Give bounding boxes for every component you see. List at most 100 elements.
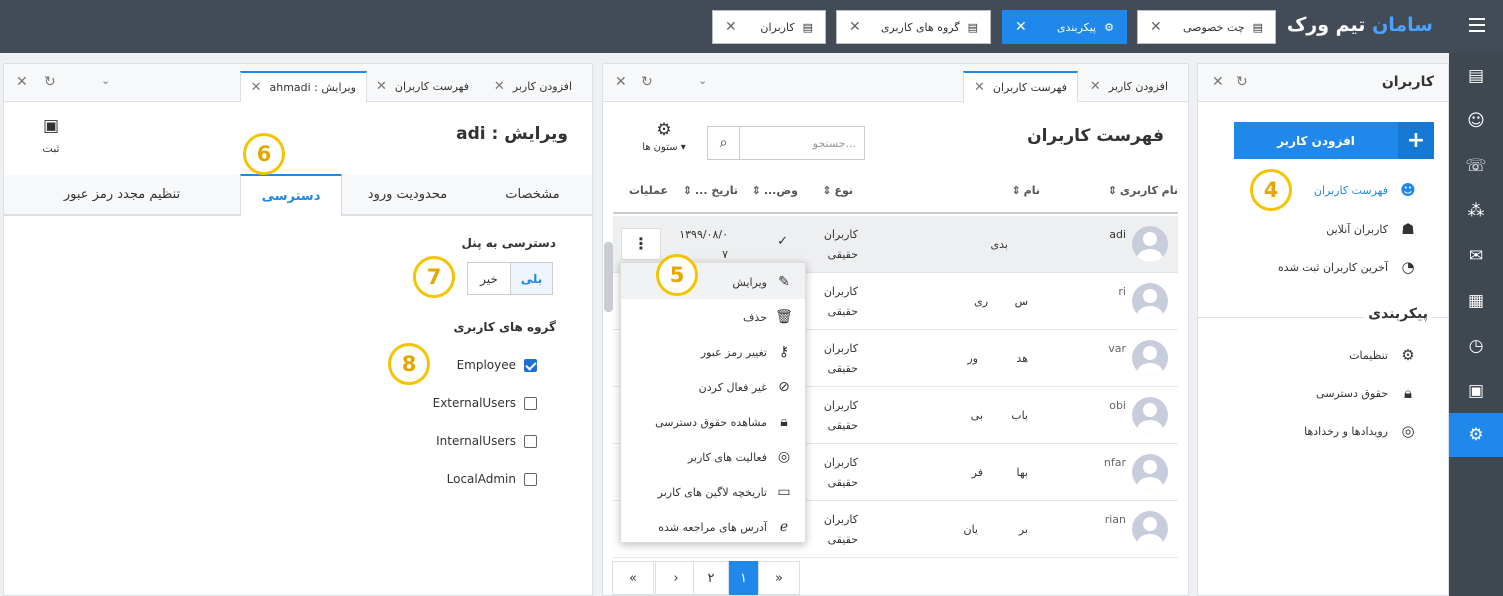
tab-edit-user[interactable]: ویرایش : ahmadi ✕ [239,71,367,102]
dashboard-icon[interactable]: ▣ [1449,370,1503,412]
nav-user-list[interactable]: ☻ فهرست کاربران [1314,181,1418,199]
close-icon[interactable]: ✕ [1212,74,1224,90]
calendar-icon[interactable]: ▦ [1449,280,1503,322]
page-next-button[interactable]: › [655,561,697,595]
close-icon[interactable]: ✕ [974,80,985,95]
tab-reset-password[interactable]: تنظیم مجدد رمز عبور [4,175,240,215]
nav-settings[interactable]: ⚙ تنظیمات [1349,346,1418,364]
plus-icon: + [1398,122,1434,159]
yes-option[interactable]: بلی [510,262,553,295]
columns-button[interactable]: ⚙ ▾ ستون ها [635,120,693,153]
close-icon[interactable]: ✕ [1090,79,1101,94]
page-1-button[interactable]: ۱ [729,561,758,595]
group-checkbox[interactable] [524,473,537,486]
mail-icon[interactable]: ✉ [1449,235,1503,277]
refresh-icon[interactable]: ↻ [44,74,56,90]
cell-username: nfar [1103,456,1126,469]
cell-type: کاربران [823,285,858,298]
chevron-down-icon[interactable]: ⌄ [698,74,707,87]
cell-name: باب [1011,409,1028,422]
col-operations: عملیات [628,184,668,197]
brand-logo: سامان تیم ورک [1286,14,1433,36]
cell-username: adi [1109,228,1126,241]
table-header: نام کاربری ⇕ نام ⇕ نوع ⇕ وض... ⇕ تاریخ ... ⇕ … [613,174,1178,214]
network-icon[interactable]: ⁂ [1449,190,1503,232]
tab-login-restrictions[interactable]: محدودیت ورود [342,175,473,215]
group-checkbox[interactable] [524,435,537,448]
search-box[interactable]: ⌕ جستجو... [707,126,865,160]
cell-type: کاربران [823,399,858,412]
nav-events[interactable]: ◎ رویدادها و رخدادها [1304,422,1418,440]
menu-user-activity[interactable]: ◎ فعالیت های کاربر [688,449,793,465]
nav-access-rights[interactable]: 🔒︎ حقوق دسترسی [1316,384,1418,402]
menu-deactivate[interactable]: ⊘ غیر فعال کردن [699,379,793,395]
cell-type: کاربران [823,456,858,469]
tab-user-list[interactable]: فهرست کاربران ✕ [963,71,1078,102]
page-first-button[interactable]: » [758,561,800,595]
chevron-down-icon[interactable]: ⌄ [101,74,110,87]
close-icon[interactable]: ✕ [725,19,737,35]
more-vertical-icon[interactable]: ⋮ [621,228,661,260]
page-last-button[interactable]: « [612,561,654,595]
list-title: فهرست کاربران [1027,126,1164,146]
group-checkbox[interactable] [524,359,537,372]
menu-icon[interactable] [1469,18,1485,32]
menu-login-history[interactable]: ▭ تاریخچه لاگین های کاربر [658,484,793,500]
cell-name: بر [1018,523,1028,536]
col-name[interactable]: نام ⇕ [1011,184,1040,197]
chat-icon[interactable]: ▤ [1449,55,1503,97]
cell-name: فر [971,466,983,479]
nav-recent-users[interactable]: ◔ آخرین کاربران ثبت شده [1278,258,1418,276]
close-icon[interactable]: ✕ [849,19,861,35]
menu-change-password[interactable]: ⚷ تغییر رمز عبور [701,344,793,360]
row-actions-menu: ✎ ویرایش 🗑︎ حذف ⚷ تغییر رمز عبور ⊘ غیر فعال … [620,262,806,543]
close-icon[interactable]: ✕ [494,79,505,94]
search-icon[interactable]: ⌕ [708,127,740,159]
refresh-icon[interactable]: ↻ [1236,74,1248,90]
users-icon: ☻ [1400,181,1416,199]
close-icon[interactable]: ✕ [251,80,262,95]
close-icon[interactable]: ✕ [615,74,627,90]
add-user-button[interactable]: افزودن کاربر + [1234,122,1434,159]
close-icon[interactable]: ✕ [376,79,387,94]
tab-details[interactable]: مشخصات [473,175,592,215]
close-icon[interactable]: ✕ [16,74,28,90]
col-username[interactable]: نام کاربری ⇕ [1108,184,1178,197]
timer-icon[interactable]: ◷ [1449,325,1503,367]
users-icon[interactable]: ☺ [1449,100,1503,142]
refresh-icon[interactable]: ↻ [641,74,653,90]
tab-users[interactable]: ▤ کاربران ✕ [712,10,826,44]
panel-header: افزودن کاربر ✕ فهرست کاربران ✕ ویرایش : ah… [4,64,592,102]
tab-add-user[interactable]: افزودن کاربر ✕ [1080,71,1178,102]
tab-user-groups[interactable]: ▤ گروه های کاربری ✕ [836,10,991,44]
close-icon[interactable]: ✕ [1015,19,1027,35]
menu-visited-urls[interactable]: ℯ آدرس های مراجعه شده [658,519,793,535]
page-2-button[interactable]: ۲ [693,561,729,595]
search-input[interactable]: جستجو... [740,137,864,150]
check-icon: ✓ [777,234,788,249]
tab-configuration[interactable]: ⚙ پیکربندی ✕ [1002,10,1127,44]
nav-online-users[interactable]: ☗ کاربران آنلاین [1326,220,1418,238]
col-type[interactable]: نوع ⇕ [822,184,853,197]
cell-type: حقیقی [827,305,858,318]
cell-date: ۱۳۹۹/۰۸/۰ [679,228,728,241]
save-button[interactable]: ▣ ثبت [34,116,68,155]
group-label: Employee [456,358,516,372]
menu-edit[interactable]: ✎ ویرایش [732,274,793,290]
settings-icon[interactable]: ⚙ [1449,413,1503,457]
tab-private-chat[interactable]: ▤ چت خصوصی ✕ [1137,10,1276,44]
tab-access[interactable]: دسترسی [240,174,342,216]
col-date[interactable]: تاریخ ... ⇕ [683,184,738,197]
menu-view-access[interactable]: 🔒︎ مشاهده حقوق دسترسی [655,414,793,430]
no-option[interactable]: خیر [467,262,511,295]
tab-user-list[interactable]: فهرست کاربران ✕ [366,71,479,102]
col-status[interactable]: وض... ⇕ [752,184,798,197]
close-icon[interactable]: ✕ [1150,19,1162,35]
scrollbar[interactable] [604,242,613,312]
gear-icon: ⚙ [1104,20,1114,34]
group-checkbox[interactable] [524,397,537,410]
avatar [1132,283,1168,319]
tab-add-user[interactable]: افزودن کاربر ✕ [484,71,582,102]
phone-icon[interactable]: ☏ [1449,145,1503,187]
menu-delete[interactable]: 🗑︎ حذف [743,309,793,325]
